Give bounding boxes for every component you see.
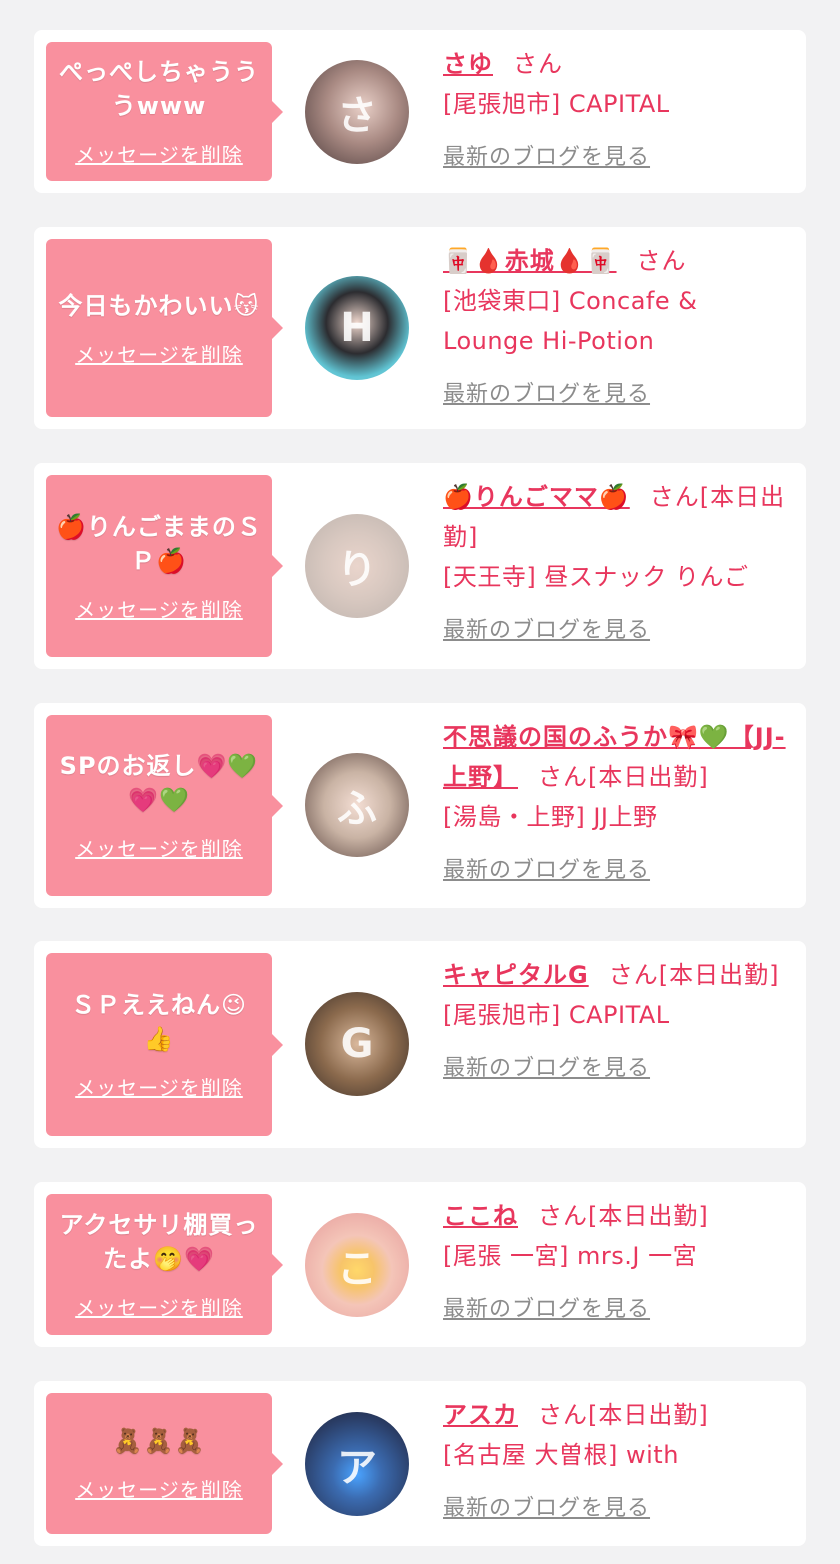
delete-message-link[interactable]: メッセージを削除 — [75, 339, 243, 368]
delete-message-link[interactable]: メッセージを削除 — [75, 833, 243, 862]
shop-name: [尾張旭市] CAPITAL — [443, 90, 670, 118]
message-bubble: 🍎りんごままのＳＰ🍎 メッセージを削除 — [46, 475, 283, 657]
latest-blog-link[interactable]: 最新のブログを見る — [443, 851, 650, 891]
latest-blog-link[interactable]: 最新のブログを見る — [443, 1489, 650, 1529]
avatar-initial: り — [337, 547, 377, 593]
cast-name-link[interactable]: キャピタルG — [443, 961, 589, 989]
cast-info: アスカ さん[本日出勤] [名古屋 大曽根] with 最新のブログを見る — [443, 1395, 792, 1529]
avatar-initial: ふ — [337, 786, 377, 832]
honorific: さん[本日出勤] — [538, 763, 709, 791]
message-text: 今日もかわいい😽 — [58, 291, 260, 320]
cast-info: さゆ さん [尾張旭市] CAPITAL 最新のブログを見る — [443, 44, 792, 178]
message-list: ぺっぺしちゃううう​www メッセージを削除 さ さゆ さん [尾張旭市] CAP… — [0, 0, 840, 1564]
avatar[interactable]: ふ — [305, 753, 409, 857]
cast-info: キャピタルG さん[本日出勤] [尾張旭市] CAPITAL 最新のブログを見る — [443, 955, 792, 1089]
latest-blog-link[interactable]: 最新のブログを見る — [443, 611, 650, 651]
avatar[interactable]: H — [305, 276, 409, 380]
message-card: 🍎りんごままのＳＰ🍎 メッセージを削除 り 🍎りんごママ🍎 さん[本日出勤] [天… — [34, 463, 806, 669]
cast-info: ここね さん[本日出勤] [尾張 一宮] mrs.J 一宮 最新のブログを見る — [443, 1196, 792, 1330]
message-card: ぺっぺしちゃううう​www メッセージを削除 さ さゆ さん [尾張旭市] CAP… — [34, 30, 806, 193]
message-text: ＳＰええねん😉👍 — [70, 991, 248, 1053]
message-text: ぺっぺしちゃううう​www — [59, 58, 259, 120]
message-card: ＳＰええねん😉👍 メッセージを削除 G キャピタルG さん[本日出勤] [尾張旭市… — [34, 941, 806, 1148]
honorific: さん[本日出勤] — [538, 1202, 709, 1230]
cast-name-link[interactable]: ここね — [443, 1202, 518, 1230]
message-card: 🧸🧸🧸 メッセージを削除 ア アスカ さん[本日出勤] [名古屋 大曽根] wit… — [34, 1381, 806, 1546]
shop-name: [尾張旭市] CAPITAL — [443, 1001, 670, 1029]
message-bubble: SPのお返し💗💚💗💚 メッセージを削除 — [46, 715, 283, 896]
shop-name: [名古屋 大曽根] with — [443, 1441, 679, 1469]
shop-name: [池袋東口] Concafe & Lounge Hi-Potion — [443, 287, 698, 355]
message-bubble: ＳＰええねん😉👍 メッセージを削除 — [46, 953, 283, 1136]
cast-name-link[interactable]: アスカ — [443, 1401, 518, 1429]
avatar[interactable]: り — [305, 514, 409, 618]
message-text: アクセサリ棚買ったよ🤭💗 — [59, 1211, 259, 1273]
latest-blog-link[interactable]: 最新のブログを見る — [443, 138, 650, 178]
honorific: さん — [636, 247, 687, 275]
avatar-initial: H — [340, 305, 374, 351]
avatar[interactable]: ア — [305, 1412, 409, 1516]
avatar[interactable]: こ — [305, 1213, 409, 1317]
avatar[interactable]: G — [305, 992, 409, 1096]
cast-name-link[interactable]: 🍎りんごママ🍎 — [443, 483, 630, 511]
honorific: さん[本日出勤] — [538, 1401, 709, 1429]
latest-blog-link[interactable]: 最新のブログを見る — [443, 375, 650, 415]
message-bubble: アクセサリ棚買ったよ🤭💗 メッセージを削除 — [46, 1194, 283, 1335]
latest-blog-link[interactable]: 最新のブログを見る — [443, 1290, 650, 1330]
cast-info: 🀄🩸赤城🩸🀄 さん [池袋東口] Concafe & Lounge Hi-Poti… — [443, 241, 792, 415]
message-text: 🍎りんごままのＳＰ🍎 — [56, 512, 262, 575]
latest-blog-link[interactable]: 最新のブログを見る — [443, 1049, 650, 1089]
avatar-initial: さ — [337, 93, 377, 139]
delete-message-link[interactable]: メッセージを削除 — [75, 1474, 243, 1503]
avatar-initial: G — [340, 1021, 374, 1067]
delete-message-link[interactable]: メッセージを削除 — [75, 594, 243, 623]
message-bubble: 🧸🧸🧸 メッセージを削除 — [46, 1393, 283, 1534]
shop-name: [尾張 一宮] mrs.J 一宮 — [443, 1242, 698, 1270]
cast-info: 🍎りんごママ🍎 さん[本日出勤] [天王寺] 昼スナック りんご 最新のブログを見… — [443, 477, 792, 651]
message-bubble: ぺっぺしちゃううう​www メッセージを削除 — [46, 42, 283, 181]
message-card: SPのお返し💗💚💗💚 メッセージを削除 ふ 不思議の国のふうか🎀💚【JJ-上野】… — [34, 703, 806, 908]
honorific: さん[本日出勤] — [608, 961, 780, 989]
delete-message-link[interactable]: メッセージを削除 — [75, 139, 243, 168]
honorific: さん — [513, 50, 563, 78]
avatar[interactable]: さ — [305, 60, 409, 164]
avatar-initial: こ — [337, 1246, 377, 1292]
delete-message-link[interactable]: メッセージを削除 — [75, 1072, 243, 1101]
avatar-initial: ア — [337, 1445, 377, 1491]
message-card: 今日もかわいい😽 メッセージを削除 H 🀄🩸赤城🩸🀄 さん [池袋東口] Conc… — [34, 227, 806, 429]
message-text: SPのお返し💗💚💗💚 — [59, 752, 259, 814]
message-card: アクセサリ棚買ったよ🤭💗 メッセージを削除 こ ここね さん[本日出勤] [尾張 … — [34, 1182, 806, 1347]
cast-name-link[interactable]: さゆ — [443, 50, 493, 78]
cast-info: 不思議の国のふうか🎀💚【JJ-上野】 さん[本日出勤] [湯島・上野] JJ上野 … — [443, 717, 792, 891]
shop-name: [天王寺] 昼スナック りんご — [443, 563, 749, 591]
message-text: 🧸🧸🧸 — [112, 1427, 206, 1455]
cast-name-link[interactable]: 🀄🩸赤城🩸🀄 — [443, 247, 617, 275]
delete-message-link[interactable]: メッセージを削除 — [75, 1292, 243, 1321]
message-bubble: 今日もかわいい😽 メッセージを削除 — [46, 239, 283, 417]
shop-name: [湯島・上野] JJ上野 — [443, 803, 658, 831]
